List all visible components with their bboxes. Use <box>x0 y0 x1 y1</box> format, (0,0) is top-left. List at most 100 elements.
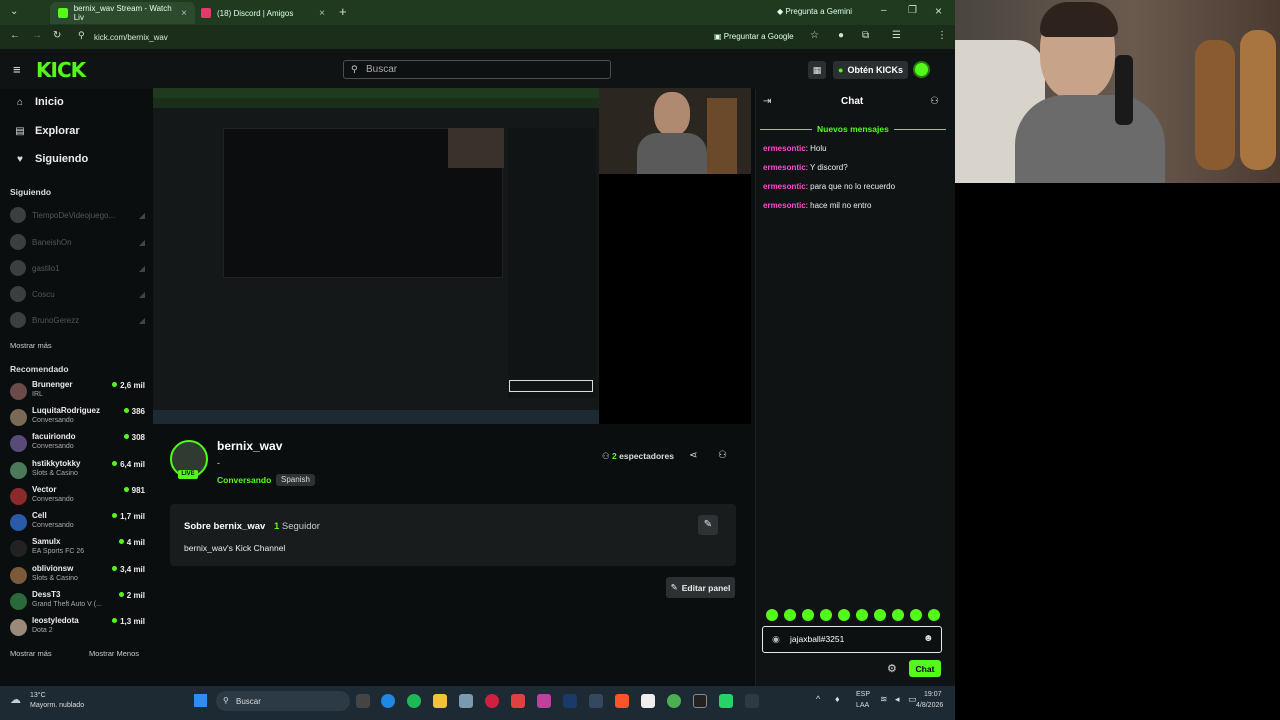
emote-icon[interactable] <box>874 609 886 621</box>
recommended-item[interactable]: Cell Conversando 1,7 mil <box>10 511 145 537</box>
app-icon[interactable] <box>641 694 655 708</box>
edge-icon[interactable] <box>381 694 395 708</box>
tab-discord[interactable]: (18) Discord | Amigos × <box>193 2 333 24</box>
streamer-name[interactable]: bernix_wav <box>217 439 282 453</box>
ask-google-button[interactable]: ▣ Preguntar a Google <box>714 32 794 41</box>
tray-chevron-icon[interactable]: ^ <box>816 694 820 704</box>
chat-identity-icon[interactable]: ◉ <box>772 634 780 645</box>
follow-user-icon[interactable]: ⚇ <box>718 450 727 461</box>
get-kicks-button[interactable]: ● Obtén KICKs <box>833 61 908 79</box>
kick-studio-icon[interactable] <box>745 694 759 708</box>
show-more-following[interactable]: Mostrar más <box>10 341 52 350</box>
maximize-icon[interactable]: ❐ <box>908 5 917 16</box>
close-tab-icon[interactable]: × <box>181 8 187 19</box>
emote-icon[interactable] <box>928 609 940 621</box>
emote-icon[interactable] <box>784 609 796 621</box>
app-icon[interactable] <box>537 694 551 708</box>
photos-icon[interactable] <box>459 694 473 708</box>
following-item[interactable]: gastilo1 ◢ <box>10 258 145 278</box>
gemini-button[interactable]: ◆ Pregunta a Gemini <box>777 7 852 16</box>
show-less-recommended[interactable]: Mostrar Menos <box>89 649 139 658</box>
microphone-icon[interactable]: ♦ <box>835 694 840 704</box>
nav-explorar[interactable]: ▤ Explorar <box>14 125 79 137</box>
url-field[interactable]: kick.com/bernix_wav <box>78 28 698 46</box>
language-1[interactable]: ESP <box>856 691 870 698</box>
recommended-item[interactable]: Brunenger IRL 2,6 mil <box>10 380 145 406</box>
wifi-icon[interactable]: ≋ <box>880 694 888 705</box>
emote-icon[interactable] <box>910 609 922 621</box>
back-icon[interactable]: ← <box>10 30 20 41</box>
tab-search-icon[interactable]: ⌄ <box>10 6 18 17</box>
emote-icon[interactable] <box>838 609 850 621</box>
task-view-icon[interactable] <box>356 694 370 708</box>
chat-settings-gear-icon[interactable]: ⚙ <box>887 662 897 675</box>
extension-icon[interactable]: ● <box>838 30 844 41</box>
following-item[interactable]: BaneishOn ◢ <box>10 232 145 252</box>
show-more-recommended[interactable]: Mostrar más <box>10 649 52 658</box>
tabs-icon[interactable]: ☰ <box>892 30 901 41</box>
user-avatar[interactable] <box>913 61 930 78</box>
forward-icon[interactable]: → <box>32 30 42 41</box>
chat-users-icon[interactable]: ⚇ <box>930 96 939 107</box>
nav-inicio[interactable]: ⌂ Inicio <box>14 96 64 108</box>
following-item[interactable]: Coscu ◢ <box>10 284 145 304</box>
recommended-item[interactable]: leostyledota Dota 2 1,3 mil <box>10 616 145 642</box>
following-item[interactable]: TiempoDeVideojuego... ◢ <box>10 205 145 225</box>
spotify-icon[interactable] <box>407 694 421 708</box>
close-tab-icon[interactable]: × <box>319 8 325 19</box>
recommended-item[interactable]: hstikkytokky Slots & Casino 6,4 mil <box>10 459 145 485</box>
app-icon[interactable] <box>563 694 577 708</box>
volume-icon[interactable]: ◂ <box>895 694 900 705</box>
new-tab-icon[interactable]: + <box>339 4 347 19</box>
emoji-picker-icon[interactable]: ☻ <box>923 633 934 644</box>
app-icon[interactable] <box>485 694 499 708</box>
emote-icon[interactable] <box>802 609 814 621</box>
nav-siguiendo[interactable]: ♥ Siguiendo <box>14 153 88 165</box>
menu-dots-icon[interactable]: ⋮ <box>937 30 947 41</box>
emote-icon[interactable] <box>892 609 904 621</box>
app-icon[interactable] <box>693 694 707 708</box>
recommended-item[interactable]: Vector Conversando 981 <box>10 485 145 511</box>
whatsapp-icon[interactable] <box>719 694 733 708</box>
hamburger-menu-icon[interactable]: ≡ <box>13 62 21 77</box>
recommended-item[interactable]: oblivionsw Slots & Casino 3,4 mil <box>10 564 145 590</box>
chat-username[interactable]: ermesontic <box>763 201 806 210</box>
collapse-chat-icon[interactable]: ⇥ <box>763 96 771 107</box>
file-explorer-icon[interactable] <box>433 694 447 708</box>
puzzle-icon[interactable]: ⧉ <box>862 30 869 41</box>
following-item[interactable]: BrunoGerezz ◢ <box>10 310 145 330</box>
chat-input[interactable]: ◉ jajaxball#3251 ☻ <box>762 626 942 653</box>
language-tag[interactable]: Spanish <box>276 474 315 486</box>
search-input[interactable]: ⚲ Buscar <box>343 60 611 79</box>
bookmark-star-icon[interactable]: ☆ <box>810 30 819 41</box>
recommended-item[interactable]: Samulx EA Sports FC 26 4 mil <box>10 537 145 563</box>
close-window-icon[interactable]: × <box>935 4 942 18</box>
emote-icon[interactable] <box>856 609 868 621</box>
chat-send-button[interactable]: Chat <box>909 660 941 677</box>
clock-time[interactable]: 19:07 <box>924 691 942 698</box>
chat-username[interactable]: ermesontic <box>763 182 806 191</box>
app-icon[interactable] <box>511 694 525 708</box>
app-icon[interactable] <box>589 694 603 708</box>
windows-start-icon[interactable] <box>194 694 207 707</box>
chat-username[interactable]: ermesontic <box>763 163 806 172</box>
kick-logo[interactable]: KICK <box>36 58 86 82</box>
recommended-item[interactable]: facuiriondo Conversando 308 <box>10 432 145 458</box>
edit-pencil-icon[interactable]: ✎ <box>698 515 718 535</box>
brave-icon[interactable] <box>615 694 629 708</box>
stream-category[interactable]: Conversando <box>217 475 271 485</box>
recommended-item[interactable]: LuquitaRodriguez Conversando 386 <box>10 406 145 432</box>
weather-temp[interactable]: 13°C <box>30 692 46 699</box>
reload-icon[interactable]: ↻ <box>53 30 61 41</box>
edit-panel-button[interactable]: ✎ Editar panel <box>666 577 735 598</box>
emote-icon[interactable] <box>820 609 832 621</box>
recommended-item[interactable]: DessT3 Grand Theft Auto V (... 2 mil <box>10 590 145 616</box>
emote-icon[interactable] <box>766 609 778 621</box>
share-icon[interactable]: ⋖ <box>689 450 697 461</box>
taskbar-search[interactable]: ⚲ Buscar <box>216 691 350 711</box>
calendar-icon[interactable]: ▦ <box>808 61 826 79</box>
minimize-icon[interactable]: – <box>881 5 887 16</box>
chat-username[interactable]: ermesontic <box>763 144 806 153</box>
chrome-icon[interactable] <box>667 694 681 708</box>
tab-kick[interactable]: bernix_wav Stream - Watch Liv × <box>50 2 195 24</box>
